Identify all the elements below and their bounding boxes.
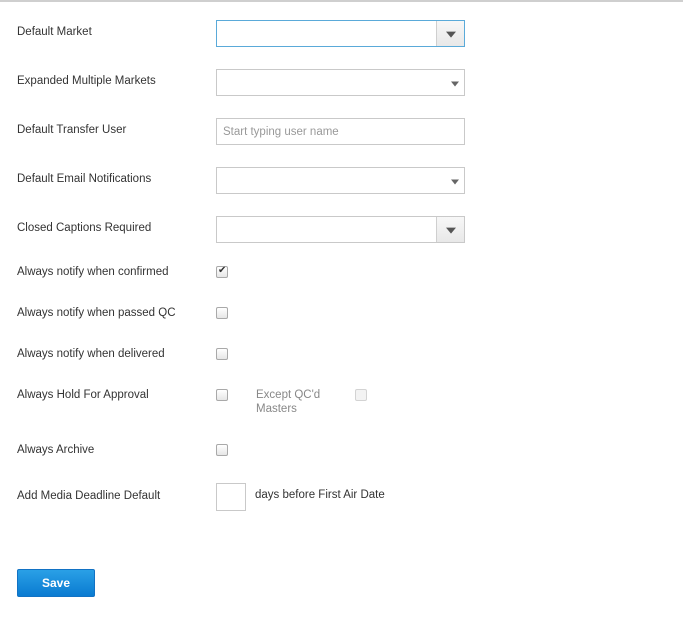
- default-email-notifications-label: Default Email Notifications: [17, 173, 152, 185]
- chevron-down-icon: [445, 31, 456, 38]
- expanded-multiple-markets-select[interactable]: [216, 69, 465, 96]
- default-market-dropdown-button[interactable]: [436, 21, 464, 46]
- default-transfer-user-input[interactable]: [216, 118, 465, 145]
- except-qcd-masters-label: Except QC'd Masters: [256, 389, 321, 415]
- notify-confirmed-label: Always notify when confirmed: [17, 266, 169, 278]
- hold-for-approval-checkbox[interactable]: [216, 389, 228, 401]
- except-qcd-masters-checkbox: [355, 389, 367, 401]
- closed-captions-required-label: Closed Captions Required: [17, 222, 152, 234]
- notify-confirmed-checkbox[interactable]: ✔: [216, 265, 228, 278]
- always-archive-checkbox[interactable]: [216, 444, 228, 456]
- chevron-down-icon: [445, 227, 456, 234]
- closed-captions-dropdown-button[interactable]: [436, 217, 464, 242]
- chevron-down-icon: [451, 179, 459, 184]
- hold-for-approval-label: Always Hold For Approval: [17, 389, 149, 401]
- default-market-label: Default Market: [17, 26, 92, 38]
- save-button[interactable]: Save: [17, 569, 95, 597]
- chevron-down-icon: [451, 81, 459, 86]
- notify-delivered-checkbox[interactable]: [216, 348, 228, 360]
- media-deadline-suffix: days before First Air Date: [255, 489, 385, 501]
- top-divider: [0, 0, 683, 2]
- media-deadline-days-input[interactable]: [216, 483, 246, 511]
- default-transfer-user-label: Default Transfer User: [17, 124, 127, 136]
- media-deadline-label: Add Media Deadline Default: [17, 490, 161, 502]
- notify-delivered-label: Always notify when delivered: [17, 348, 165, 360]
- notify-passed-qc-label: Always notify when passed QC: [17, 307, 176, 319]
- notify-passed-qc-checkbox[interactable]: [216, 307, 228, 319]
- closed-captions-required-select[interactable]: [216, 216, 465, 243]
- default-market-select[interactable]: [216, 20, 465, 47]
- default-email-notifications-select[interactable]: [216, 167, 465, 194]
- always-archive-label: Always Archive: [17, 444, 95, 456]
- expanded-multiple-markets-label: Expanded Multiple Markets: [17, 75, 156, 87]
- checkmark-icon: ✔: [218, 265, 227, 276]
